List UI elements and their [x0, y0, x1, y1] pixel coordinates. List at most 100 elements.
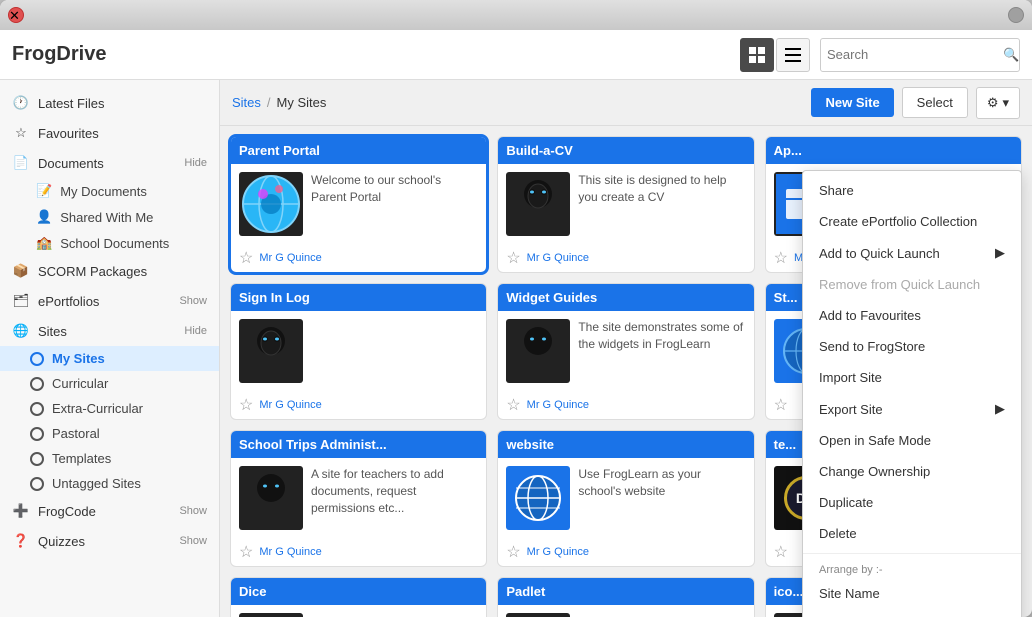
context-menu-item-date[interactable]: Date ✓ [803, 609, 1021, 617]
documents-hide-action[interactable]: Hide [184, 157, 207, 169]
site-card-build-a-cv[interactable]: Build-a-CV This site is designed to help… [497, 136, 754, 273]
sidebar-item-my-sites[interactable]: My Sites [0, 346, 219, 371]
close-icon[interactable]: ✕ [8, 7, 24, 23]
context-menu-item-create-eportfolio[interactable]: Create ePortfolio Collection [803, 206, 1021, 237]
frogcode-show-action[interactable]: Show [179, 505, 207, 517]
site-card-header: School Trips Administ... [231, 431, 486, 458]
favourite-icon[interactable] [239, 395, 253, 415]
site-card-school-trips[interactable]: School Trips Administ... A site for teac… [230, 430, 487, 567]
globe-icon [30, 377, 44, 391]
sidebar-item-label: SCORM Packages [38, 264, 207, 279]
sidebar-item-templates[interactable]: Templates [0, 446, 219, 471]
grid-view-button[interactable] [740, 38, 774, 72]
sidebar-item-label: My Documents [60, 184, 147, 199]
favourite-icon[interactable] [774, 542, 788, 562]
context-menu-item-delete[interactable]: Delete [803, 518, 1021, 549]
add-quick-launch-label: Add to Quick Launch [819, 246, 940, 261]
view-toggle [740, 38, 810, 72]
sidebar-item-label: Shared With Me [60, 210, 153, 225]
site-card-body [498, 605, 753, 617]
context-menu-divider [803, 553, 1021, 554]
site-card-body: Use FrogLearn as your school's website [498, 458, 753, 538]
site-card-author: Mr G Quince [259, 546, 321, 558]
site-card-widget-guides[interactable]: Widget Guides The site demonstrates some… [497, 283, 754, 420]
context-menu-item-add-favourites[interactable]: Add to Favourites [803, 300, 1021, 331]
sidebar-item-latest-files[interactable]: 🕐 Latest Files [0, 88, 219, 118]
site-card-author: Mr G Quince [259, 399, 321, 411]
sidebar-item-label: Curricular [52, 376, 108, 391]
site-card-header: website [498, 431, 753, 458]
site-card-parent-portal[interactable]: Parent Portal Welcome to our school's Pa… [230, 136, 487, 273]
sidebar-item-my-documents[interactable]: 📝 My Documents [0, 178, 219, 204]
site-card-info [311, 613, 478, 617]
settings-button[interactable]: ⚙ ▾ [976, 87, 1020, 119]
favourite-icon[interactable] [239, 542, 253, 562]
sidebar-item-curricular[interactable]: Curricular [0, 371, 219, 396]
site-card-padlet[interactable]: Padlet Mr G Quince [497, 577, 754, 617]
sidebar-item-school-documents[interactable]: 🏫 School Documents [0, 230, 219, 256]
sidebar-item-documents[interactable]: 📄 Documents Hide [0, 148, 219, 178]
favourite-icon[interactable] [506, 395, 520, 415]
site-card-body: This site is designed to help you create… [498, 164, 753, 244]
site-card-thumbnail [239, 613, 303, 617]
sidebar-item-label: ePortfolios [38, 294, 171, 309]
sites-icon: 🌐 [12, 322, 30, 340]
sidebar-item-extra-curricular[interactable]: Extra-Curricular [0, 396, 219, 421]
context-menu-item-open-safe-mode[interactable]: Open in Safe Mode [803, 425, 1021, 456]
site-card-footer: Mr G Quince [231, 391, 486, 419]
sidebar-item-untagged-sites[interactable]: Untagged Sites [0, 471, 219, 496]
sidebar-item-favourites[interactable]: ☆ Favourites [0, 118, 219, 148]
favourite-icon[interactable] [506, 542, 520, 562]
share-label: Share [819, 183, 854, 198]
share-icon: 👤 [36, 209, 52, 225]
sidebar-item-label: Favourites [38, 126, 207, 141]
frogcode-icon: ➕ [12, 502, 30, 520]
select-button[interactable]: Select [902, 87, 968, 118]
arrange-section-label: Arrange by :- [803, 558, 1021, 578]
site-card-body: A site for teachers to add documents, re… [231, 458, 486, 538]
site-card-header: Ap... [766, 137, 1021, 164]
sidebar-item-shared-with-me[interactable]: 👤 Shared With Me [0, 204, 219, 230]
search-icon[interactable]: 🔍 [1003, 47, 1019, 63]
context-menu-item-add-quick-launch[interactable]: Add to Quick Launch ▶ [803, 237, 1021, 269]
site-card-dice[interactable]: Dice Mr G Quince [230, 577, 487, 617]
favourite-icon[interactable] [774, 248, 788, 268]
site-card-thumbnail [239, 172, 303, 236]
sidebar-item-eportfolios[interactable]: 🗂 ePortfolios Show [0, 286, 219, 316]
favourite-icon[interactable] [239, 248, 253, 268]
search-input[interactable] [827, 47, 1003, 62]
scorm-icon: 📦 [12, 262, 30, 280]
sidebar-item-scorm-packages[interactable]: 📦 SCORM Packages [0, 256, 219, 286]
site-card-info: A site for teachers to add documents, re… [311, 466, 478, 530]
eportfolios-show-action[interactable]: Show [179, 295, 207, 307]
context-menu-item-import-site[interactable]: Import Site [803, 362, 1021, 393]
context-menu-item-site-name[interactable]: Site Name [803, 578, 1021, 609]
change-ownership-label: Change Ownership [819, 464, 930, 479]
favourite-icon[interactable] [774, 395, 788, 415]
gear-icon: ⚙ [987, 95, 999, 111]
quizzes-show-action[interactable]: Show [179, 535, 207, 547]
globe-icon [30, 452, 44, 466]
site-card-footer: Mr G Quince [231, 244, 486, 272]
remove-quick-launch-label: Remove from Quick Launch [819, 277, 980, 292]
context-menu-item-send-frogstore[interactable]: Send to FrogStore [803, 331, 1021, 362]
sidebar-item-sites[interactable]: 🌐 Sites Hide [0, 316, 219, 346]
sidebar-item-label: My Sites [52, 351, 105, 366]
context-menu-item-share[interactable]: Share [803, 175, 1021, 206]
new-site-button[interactable]: New Site [811, 88, 893, 117]
site-card-website[interactable]: website Use FrogLearn as your school's w… [497, 430, 754, 567]
context-menu-item-change-ownership[interactable]: Change Ownership [803, 456, 1021, 487]
sidebar-item-quizzes[interactable]: ❓ Quizzes Show [0, 526, 219, 556]
list-view-button[interactable] [776, 38, 810, 72]
sites-hide-action[interactable]: Hide [184, 325, 207, 337]
breadcrumb-root-link[interactable]: Sites [232, 95, 261, 110]
sidebar-item-pastoral[interactable]: Pastoral [0, 421, 219, 446]
sidebar-item-frogcode[interactable]: ➕ FrogCode Show [0, 496, 219, 526]
site-card-sign-in-log[interactable]: Sign In Log Mr G Quince [230, 283, 487, 420]
site-card-info [578, 613, 745, 617]
context-menu-item-duplicate[interactable]: Duplicate [803, 487, 1021, 518]
site-card-author: Mr G Quince [527, 252, 589, 264]
favourite-icon[interactable] [506, 248, 520, 268]
context-menu-item-export-site[interactable]: Export Site ▶ [803, 393, 1021, 425]
resize-icon[interactable] [1008, 7, 1024, 23]
